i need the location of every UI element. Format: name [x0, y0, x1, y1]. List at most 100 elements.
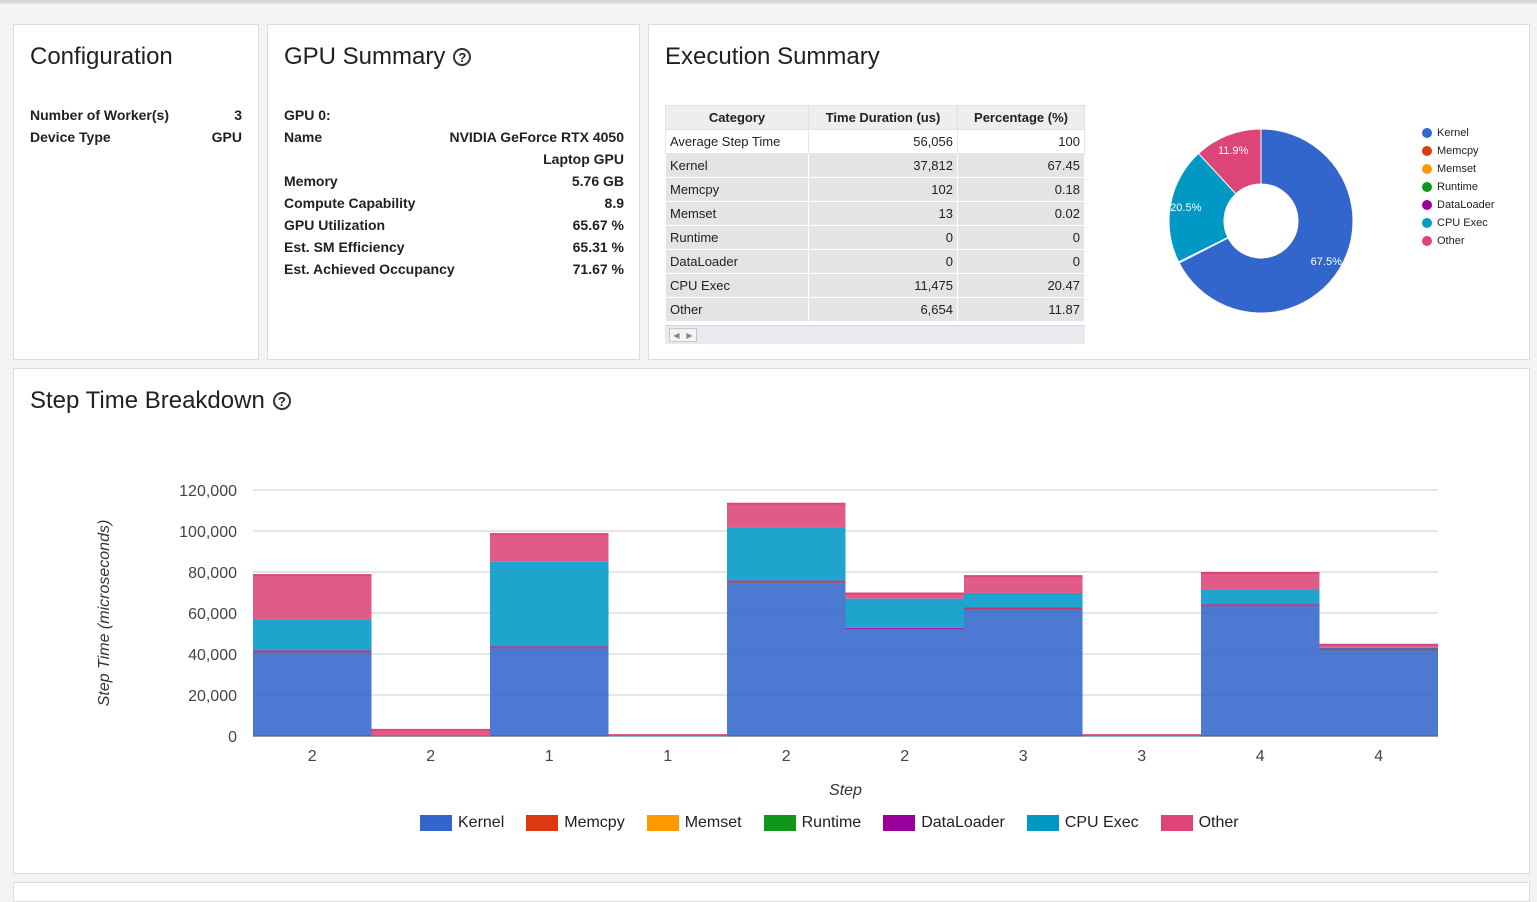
step-segment-dataloader[interactable]	[253, 650, 372, 652]
pie-label-kernel: 67.5%	[1311, 256, 1342, 268]
x-tick-label: 4	[1256, 748, 1265, 765]
config-value: 3	[234, 107, 242, 123]
step-segment-dataloader[interactable]	[845, 627, 965, 629]
table-horizontal-scrollbar[interactable]: ◀ ▶	[665, 325, 1085, 344]
step-segment-other[interactable]	[964, 576, 1083, 593]
pie-legend-item-cpu-exec[interactable]: CPU Exec	[1422, 214, 1495, 232]
execution-summary-title: Execution Summary	[665, 43, 880, 70]
pie-legend-item-dataloader[interactable]: DataLoader	[1422, 196, 1495, 214]
step-segment-other[interactable]	[1201, 573, 1320, 590]
column-header-duration[interactable]: Time Duration (us)	[808, 105, 958, 130]
configuration-title: Configuration	[30, 43, 173, 70]
y-tick-label: 100,000	[179, 524, 237, 541]
step-segment-kernel[interactable]	[845, 629, 965, 736]
config-row-device-type: Device Type GPU	[30, 126, 242, 148]
cell-percentage: 0.02	[957, 201, 1085, 226]
step-segment-cpu-exec[interactable]	[1319, 647, 1439, 649]
pie-legend-item-runtime[interactable]: Runtime	[1422, 178, 1495, 196]
step-segment-cpu-exec[interactable]	[490, 561, 609, 647]
gpu-label: Est. SM Efficiency	[284, 239, 405, 255]
step-segment-memcpy[interactable]	[253, 651, 372, 653]
gpu-summary-title-wrap: GPU Summary ?	[284, 43, 472, 71]
config-label: Device Type	[30, 129, 111, 145]
configuration-list: Number of Worker(s) 3 Device Type GPU	[30, 104, 242, 148]
legend-item-kernel[interactable]: Kernel	[420, 814, 504, 832]
top-bar	[0, 0, 1537, 4]
scroll-right-icon[interactable]: ▶	[686, 331, 692, 340]
step-segment-cpu-exec[interactable]	[964, 592, 1083, 608]
legend-item-memcpy[interactable]: Memcpy	[526, 814, 625, 832]
table-row: Memset 13 0.02	[665, 201, 1085, 226]
column-header-category[interactable]: Category	[665, 105, 809, 130]
column-header-percentage[interactable]: Percentage (%)	[957, 105, 1085, 130]
gpu-value: 8.9	[604, 195, 624, 211]
cell-category: CPU Exec	[665, 273, 809, 298]
legend-item-memset[interactable]: Memset	[646, 814, 742, 832]
x-tick-label: 3	[1019, 748, 1028, 765]
legend-label: DataLoader	[1437, 199, 1495, 211]
table-row: Memcpy 102 0.18	[665, 177, 1085, 202]
pie-legend-item-memcpy[interactable]: Memcpy	[1422, 142, 1495, 160]
gpu-summary-card: GPU Summary ? GPU 0: Name NVIDIA GeForce…	[267, 24, 640, 360]
gpu-device-label: GPU 0:	[284, 107, 331, 123]
scroll-arrows[interactable]: ◀ ▶	[669, 328, 697, 342]
legend-swatch	[763, 815, 796, 831]
configuration-card: Configuration Number of Worker(s) 3 Devi…	[13, 24, 259, 360]
pie-legend-item-kernel[interactable]: Kernel	[1422, 124, 1495, 142]
legend-item-other[interactable]: Other	[1160, 814, 1239, 832]
legend-swatch	[1422, 218, 1432, 228]
cell-category: Runtime	[665, 225, 809, 250]
scroll-left-icon[interactable]: ◀	[673, 331, 679, 340]
step-segment-other[interactable]	[253, 575, 372, 620]
step-segment-cpu-exec[interactable]	[1201, 589, 1320, 605]
step-segment-cpu-exec[interactable]	[727, 527, 846, 581]
step-segment-other[interactable]	[490, 534, 609, 562]
step-segment-cpu-exec[interactable]	[845, 598, 965, 628]
gpu-value: Laptop GPU	[543, 151, 624, 167]
cell-category: Average Step Time	[665, 129, 809, 154]
question-circle-icon[interactable]: ?	[453, 48, 472, 66]
step-segment-memcpy[interactable]	[727, 581, 846, 583]
step-segment-dataloader[interactable]	[490, 646, 609, 648]
legend-label: Other	[1198, 814, 1239, 831]
step-segment-kernel[interactable]	[253, 651, 372, 736]
cell-percentage: 67.45	[957, 153, 1085, 178]
step-segment-kernel[interactable]	[1201, 605, 1320, 736]
legend-swatch	[1422, 146, 1432, 156]
gpu-label: Name	[284, 129, 323, 145]
cell-duration: 6,654	[808, 297, 958, 322]
step-segment-other[interactable]	[727, 503, 846, 528]
x-tick-label: 3	[1137, 748, 1146, 765]
gpu-value: 65.67 %	[572, 217, 624, 233]
gpu-value: 65.31 %	[572, 239, 624, 255]
gpu-row-compute-capability: Compute Capability 8.9	[284, 192, 624, 214]
step-segment-memcpy[interactable]	[1319, 649, 1439, 651]
step-segment-kernel[interactable]	[964, 608, 1083, 736]
step-segment-memcpy[interactable]	[1201, 605, 1320, 607]
y-tick-label: 80,000	[188, 565, 237, 582]
step-segment-kernel[interactable]	[1319, 649, 1439, 736]
step-segment-kernel[interactable]	[490, 647, 609, 736]
table-row: Kernel 37,812 67.45	[665, 153, 1085, 178]
step-segment-cpu-exec[interactable]	[253, 619, 372, 651]
legend-item-cpu-exec[interactable]: CPU Exec	[1026, 814, 1139, 832]
step-segment-dataloader[interactable]	[1201, 604, 1320, 606]
legend-label: CPU Exec	[1437, 217, 1488, 229]
legend-item-runtime[interactable]: Runtime	[763, 814, 861, 832]
pie-legend-item-other[interactable]: Other	[1422, 232, 1495, 250]
pie-legend-item-memset[interactable]: Memset	[1422, 160, 1495, 178]
step-segment-memcpy[interactable]	[490, 647, 609, 649]
legend-item-dataloader[interactable]: DataLoader	[883, 814, 1005, 832]
step-segment-memcpy[interactable]	[845, 628, 965, 630]
cell-duration: 0	[808, 249, 958, 274]
x-tick-label: 1	[545, 748, 554, 765]
step-segment-dataloader[interactable]	[964, 607, 1083, 609]
next-card-edge	[13, 882, 1530, 902]
gpu-summary-title: GPU Summary	[284, 43, 446, 70]
step-segment-memcpy[interactable]	[964, 608, 1083, 610]
gpu-label: Est. Achieved Occupancy	[284, 261, 455, 277]
step-segment-dataloader[interactable]	[727, 580, 846, 582]
gpu-label: Compute Capability	[284, 195, 416, 211]
gpu-row-achieved-occupancy: Est. Achieved Occupancy 71.67 %	[284, 258, 624, 280]
step-segment-kernel[interactable]	[727, 582, 846, 736]
